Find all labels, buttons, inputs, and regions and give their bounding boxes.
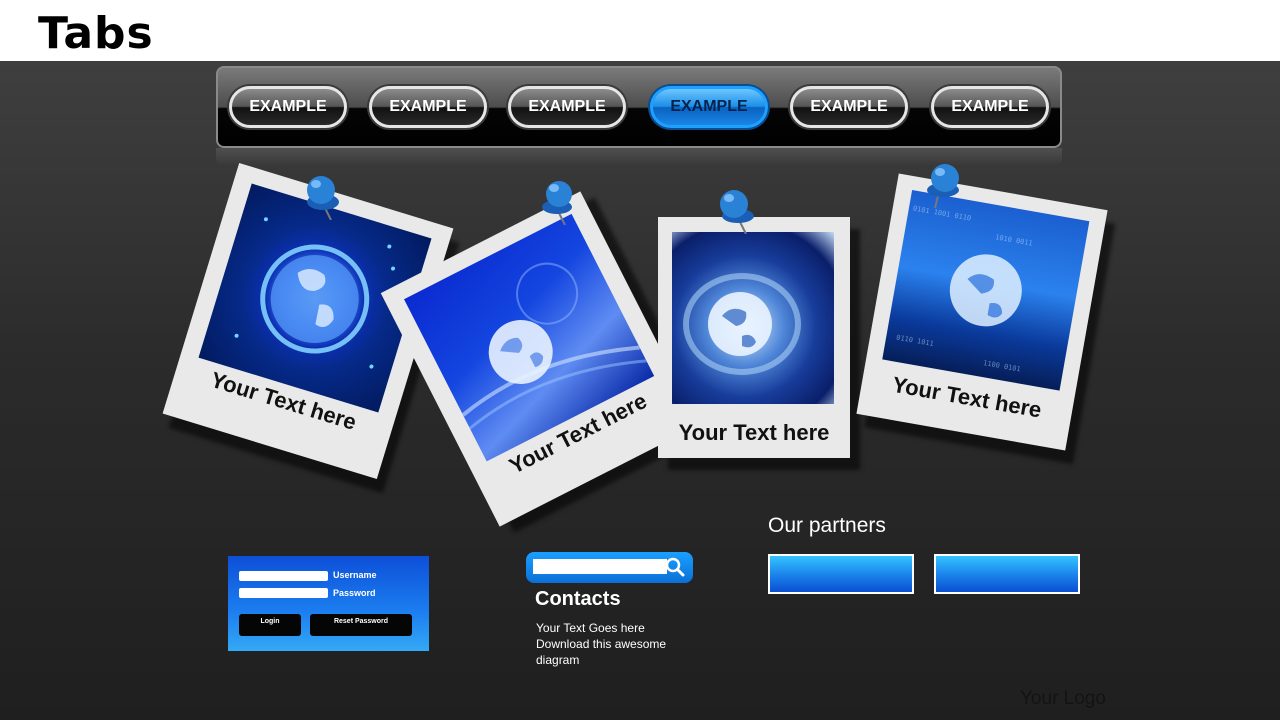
pushpin-icon (927, 164, 959, 208)
username-field[interactable] (239, 571, 328, 581)
tab-example-5[interactable]: EXAMPLE (790, 86, 908, 128)
page-title: Tabs (38, 8, 154, 59)
contacts-heading: Contacts (535, 588, 621, 610)
photo-card-3[interactable]: Your Text here (658, 217, 850, 458)
password-label: Password (333, 588, 376, 598)
svg-text:1010 0011: 1010 0011 (995, 233, 1034, 247)
tab-example-1[interactable]: EXAMPLE (229, 86, 347, 128)
contacts-line-2: Download this awesome (536, 637, 667, 651)
pushpin-icon (307, 176, 339, 220)
photo-caption-3: Your Text here (678, 420, 830, 445)
contacts-line-3: diagram (536, 653, 580, 667)
globe-binary-image: 0101 1001 0110 1010 0011 0110 1011 1100 01… (882, 190, 1090, 391)
partner-logo-2[interactable] (934, 554, 1080, 594)
tab-example-4-active[interactable]: EXAMPLE (650, 86, 768, 128)
username-label: Username (333, 570, 377, 580)
search-icon[interactable] (665, 557, 685, 577)
partner-logo-1[interactable] (768, 554, 914, 594)
contacts-line-1: Your Text Goes here (536, 621, 645, 635)
reset-password-button[interactable]: Reset Password (310, 614, 412, 636)
logo-text: Your Logo (1020, 688, 1106, 709)
login-button[interactable]: Login (239, 614, 301, 636)
contacts-text: Your Text Goes here Download this awesom… (536, 620, 686, 668)
pushpin-icon (542, 181, 572, 225)
login-panel: Username Password Login Reset Password (228, 556, 429, 651)
svg-text:0110 1011: 0110 1011 (896, 334, 935, 348)
search-input[interactable] (533, 559, 667, 574)
tab-example-6[interactable]: EXAMPLE (931, 86, 1049, 128)
search-box (526, 552, 693, 583)
password-field[interactable] (239, 588, 328, 598)
globe-swirl-image (672, 232, 834, 404)
svg-text:1100 0101: 1100 0101 (982, 359, 1021, 373)
tab-example-3[interactable]: EXAMPLE (508, 86, 626, 128)
header-bar (0, 0, 1280, 61)
partners-heading: Our partners (768, 514, 886, 537)
photo-card-4[interactable]: 0101 1001 0110 1010 0011 0110 1011 1100 01… (856, 173, 1108, 451)
pushpin-icon (720, 190, 754, 234)
tab-example-2[interactable]: EXAMPLE (369, 86, 487, 128)
